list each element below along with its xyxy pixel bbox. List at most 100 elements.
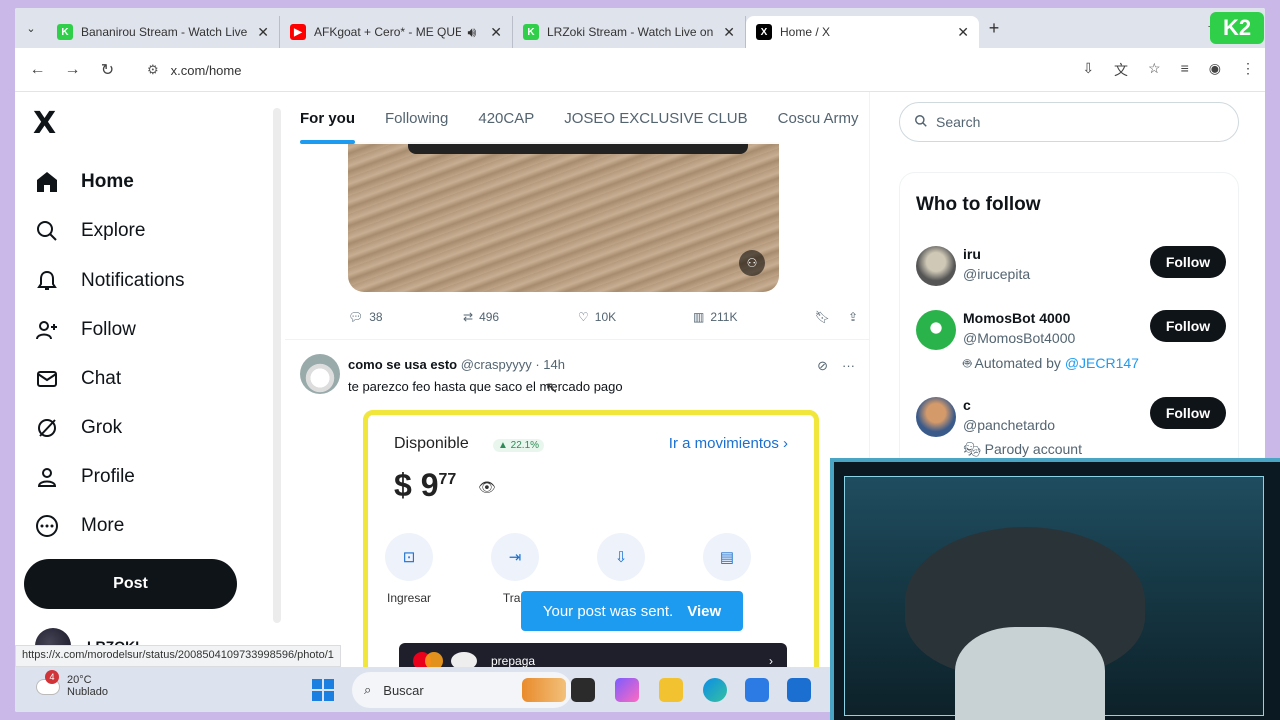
available-label: Disponible <box>394 435 469 452</box>
user-handle: @irucepita <box>963 266 1031 282</box>
tab-title: AFKgoat + Cero* - ME QUE <box>314 25 462 39</box>
person-icon <box>33 463 61 491</box>
edge-icon[interactable] <box>703 678 727 702</box>
tweet-photo[interactable]: ⚇ <box>348 142 779 292</box>
tweet-top-icons: ⊘ ··· <box>817 358 855 374</box>
bookmark-icon[interactable]: 🔖︎ <box>815 310 830 324</box>
share-icon[interactable]: ⇪ <box>848 310 858 324</box>
avatar[interactable] <box>916 246 956 286</box>
more-icon[interactable]: ··· <box>842 358 855 374</box>
feed-tabs: For you Following 420CAP JOSEO EXCLUSIVE… <box>285 92 869 144</box>
repost-icon: ⇄ <box>463 310 474 324</box>
like-button[interactable]: ♡ 10K <box>578 310 693 324</box>
image-edit-icon[interactable]: ⚇ <box>739 250 765 276</box>
tweet-header: como se usa esto @craspyyyy · 14h <box>348 357 565 372</box>
copilot-icon[interactable] <box>615 678 639 702</box>
follow-button[interactable]: Follow <box>1150 397 1226 429</box>
mail-icon <box>33 365 61 393</box>
grok-icon[interactable]: ⊘ <box>817 358 828 374</box>
post-sent-toast: Your post was sent. View <box>521 591 743 631</box>
mastercard-icon <box>413 652 443 667</box>
tab-close-icon[interactable]: ✕ <box>723 24 735 41</box>
tab-search-icon[interactable]: ⌄ <box>15 8 47 48</box>
avatar[interactable] <box>300 354 340 394</box>
author-name[interactable]: como se usa esto <box>348 357 457 372</box>
user-name[interactable]: c <box>963 397 971 413</box>
webcam-overlay <box>830 458 1280 720</box>
new-tab-icon[interactable]: + <box>979 18 1009 39</box>
search-input[interactable]: Search <box>899 102 1239 142</box>
tweet-text: te parezco feo hasta que saco el mercado… <box>348 379 623 394</box>
media-icon[interactable]: ≡ <box>1181 60 1189 80</box>
forward-icon[interactable]: → <box>55 61 90 79</box>
nav-profile[interactable]: Profile <box>33 463 135 491</box>
avatar[interactable] <box>916 397 956 437</box>
automated-by-link[interactable]: @JECR147 <box>1065 355 1139 371</box>
repost-count: 496 <box>479 310 500 324</box>
tweet-secondary-actions: 🔖︎ ⇪ <box>815 310 858 324</box>
browser-tab-2[interactable]: ▶ AFKgoat + Cero* - ME QUE 🔊︎ ✕ <box>280 16 513 48</box>
tab-following[interactable]: Following <box>370 92 463 144</box>
nav-more[interactable]: More <box>33 512 124 540</box>
tab-close-icon[interactable]: ✕ <box>490 24 502 41</box>
back-icon[interactable]: ← <box>20 61 55 79</box>
user-name[interactable]: MomosBot 4000 <box>963 310 1070 326</box>
tab-joseo-exclusive-club[interactable]: JOSEO EXCLUSIVE CLUB <box>549 92 762 144</box>
nav-explore[interactable]: Explore <box>33 217 145 245</box>
tab-title: LRZoki Stream - Watch Live on <box>547 25 714 39</box>
audio-icon[interactable]: 🔊︎ <box>467 24 476 41</box>
tab-420cap[interactable]: 420CAP <box>463 92 549 144</box>
sidebar-scrollbar[interactable] <box>273 108 281 623</box>
browser-tab-3[interactable]: K LRZoki Stream - Watch Live on ✕ <box>513 16 746 48</box>
avatar[interactable] <box>916 310 956 350</box>
nav-grok[interactable]: Grok <box>33 414 122 442</box>
nav-chat[interactable]: Chat <box>33 365 121 393</box>
nav-label: Notifications <box>81 270 185 291</box>
more-circle-icon <box>33 512 61 540</box>
taskbar-search[interactable]: ⌕ Buscar <box>352 672 572 708</box>
webcam-video <box>844 476 1264 720</box>
reload-icon[interactable]: ↻ <box>90 60 125 80</box>
install-icon[interactable]: ⇩ <box>1082 60 1094 80</box>
task-view-icon[interactable] <box>571 678 595 702</box>
tweet-time[interactable]: · 14h <box>535 357 565 372</box>
tab-coscu-army[interactable]: Coscu Army <box>763 92 869 144</box>
reply-button[interactable]: 💬︎ 38 <box>348 310 463 324</box>
site-info-icon[interactable]: ⚙ <box>147 62 159 78</box>
browser-tab-1[interactable]: K Bananirou Stream - Watch Live ✕ <box>47 16 280 48</box>
profile-icon[interactable]: ◉ <box>1209 60 1221 80</box>
youtube-favicon-icon: ▶ <box>290 24 306 40</box>
notification-badge: 4 <box>45 670 59 684</box>
quick-action: ⇩ <box>596 533 646 591</box>
toast-view-link[interactable]: View <box>687 603 721 620</box>
balance-amount: $ 977 <box>394 467 456 504</box>
windows-start-icon[interactable] <box>312 679 334 701</box>
quick-action: ⊡ Ingresar <box>384 533 434 605</box>
translate-icon[interactable]: 文 <box>1114 60 1128 80</box>
views-button[interactable]: ▥ 211K <box>693 310 808 324</box>
store-icon[interactable] <box>745 678 769 702</box>
weather-widget[interactable]: 4 20°C Nublado <box>35 670 108 698</box>
tab-close-icon[interactable]: ✕ <box>257 24 269 41</box>
nav-notifications[interactable]: Notifications <box>33 267 185 295</box>
follow-button[interactable]: Follow <box>1150 246 1226 278</box>
author-handle[interactable]: @craspyyyy <box>461 357 532 372</box>
tab-close-icon[interactable]: ✕ <box>957 24 969 41</box>
repost-button[interactable]: ⇄ 496 <box>463 310 578 324</box>
post-button[interactable]: Post <box>24 559 237 609</box>
bookmark-star-icon[interactable]: ☆ <box>1148 60 1161 80</box>
outlook-icon[interactable] <box>787 678 811 702</box>
address-bar[interactable]: ⚙ x.com/home <box>137 55 1037 85</box>
nav-follow[interactable]: Follow <box>33 316 136 344</box>
nav-home[interactable]: Home <box>33 168 134 196</box>
tab-for-you[interactable]: For you <box>285 92 370 144</box>
search-icon <box>914 114 928 131</box>
user-name[interactable]: iru <box>963 246 981 262</box>
browser-tab-4[interactable]: X Home / X ✕ <box>746 16 979 48</box>
follow-button[interactable]: Follow <box>1150 310 1226 342</box>
menu-kebab-icon[interactable]: ⋮ <box>1241 60 1255 80</box>
weather-condition: Nublado <box>67 686 108 698</box>
file-explorer-icon[interactable] <box>659 678 683 702</box>
x-logo-icon[interactable]: X <box>33 106 56 141</box>
nav-label: Explore <box>81 220 146 241</box>
